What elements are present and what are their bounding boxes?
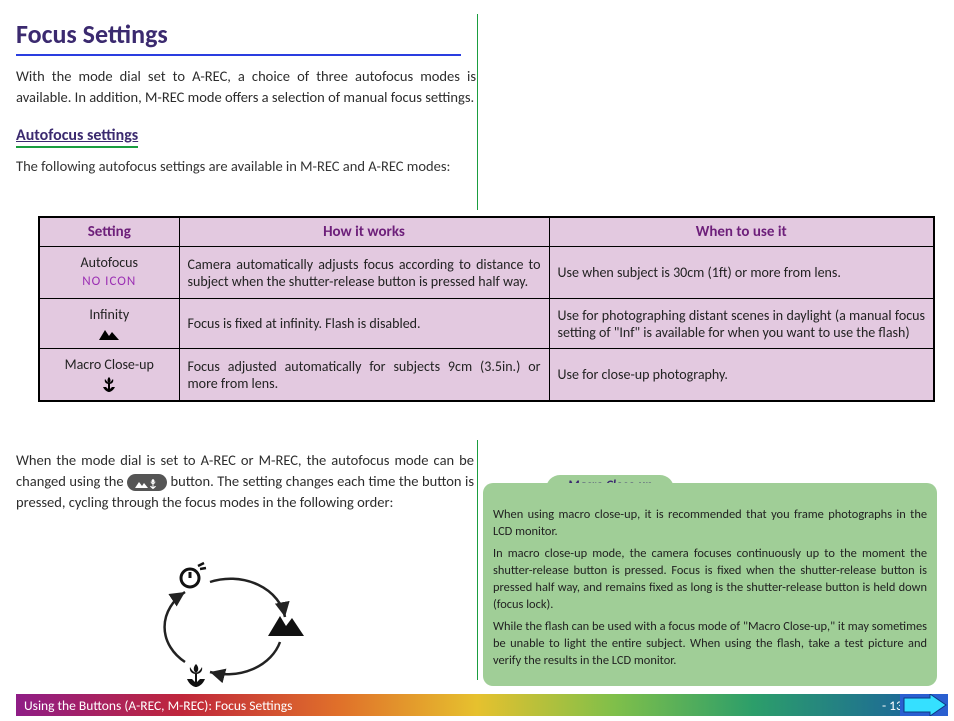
- table-row: Infinity Focus is fixed at infinity. Fla…: [39, 299, 934, 349]
- setting-name: Infinity: [89, 306, 129, 323]
- cell-when: Use for photographing distant scenes in …: [549, 299, 934, 349]
- cell-when: Use when subject is 30cm (1ft) or more f…: [549, 247, 934, 299]
- th-when: When to use it: [549, 217, 934, 247]
- mountain-icon: [98, 327, 120, 341]
- page-title: Focus Settings: [16, 18, 461, 56]
- setting-name: Autofocus: [80, 254, 138, 271]
- mountain-icon: [268, 616, 304, 636]
- section-heading-autofocus: Autofocus settings: [16, 126, 138, 148]
- footer-breadcrumb: Using the Buttons (A-REC, M-REC): Focus …: [24, 697, 292, 714]
- autofocus-settings-table: Setting How it works When to use it Auto…: [38, 216, 935, 402]
- macro-callout: When using macro close-up, it is recomme…: [483, 483, 937, 686]
- cell-how: Camera automatically adjusts focus accor…: [179, 247, 549, 299]
- cell-when: Use for close-up photography.: [549, 349, 934, 402]
- column-divider-top: [477, 14, 478, 210]
- next-page-button[interactable]: [900, 694, 948, 716]
- column-divider-bottom: [477, 440, 478, 680]
- tulip-icon: [100, 377, 118, 393]
- no-icon-label: NO ICON: [82, 274, 136, 289]
- table-row: Autofocus NO ICON Camera automatically a…: [39, 247, 934, 299]
- self-timer-icon: [181, 563, 206, 587]
- th-how: How it works: [179, 217, 549, 247]
- setting-name: Macro Close-up: [65, 356, 154, 373]
- intro-paragraph: With the mode dial set to A-REC, a choic…: [16, 66, 476, 108]
- cycle-paragraph: When the mode dial is set to A-REC or M-…: [16, 450, 474, 513]
- section-intro: The following autofocus settings are ava…: [16, 156, 476, 176]
- focus-cycle-diagram: [140, 552, 340, 702]
- focus-button-icon: [127, 474, 167, 491]
- callout-p3: While the flash can be used with a focus…: [493, 619, 927, 669]
- table-row: Macro Close-up Focus adjusted automatica…: [39, 349, 934, 402]
- callout-p2: In macro close-up mode, the camera focus…: [493, 546, 927, 613]
- callout-p1: When using macro close-up, it is recomme…: [493, 507, 927, 540]
- cell-how: Focus adjusted automatically for subject…: [179, 349, 549, 402]
- th-setting: Setting: [39, 217, 179, 247]
- cell-how: Focus is fixed at infinity. Flash is dis…: [179, 299, 549, 349]
- tulip-icon: [187, 664, 205, 687]
- footer-bar: Using the Buttons (A-REC, M-REC): Focus …: [16, 694, 938, 716]
